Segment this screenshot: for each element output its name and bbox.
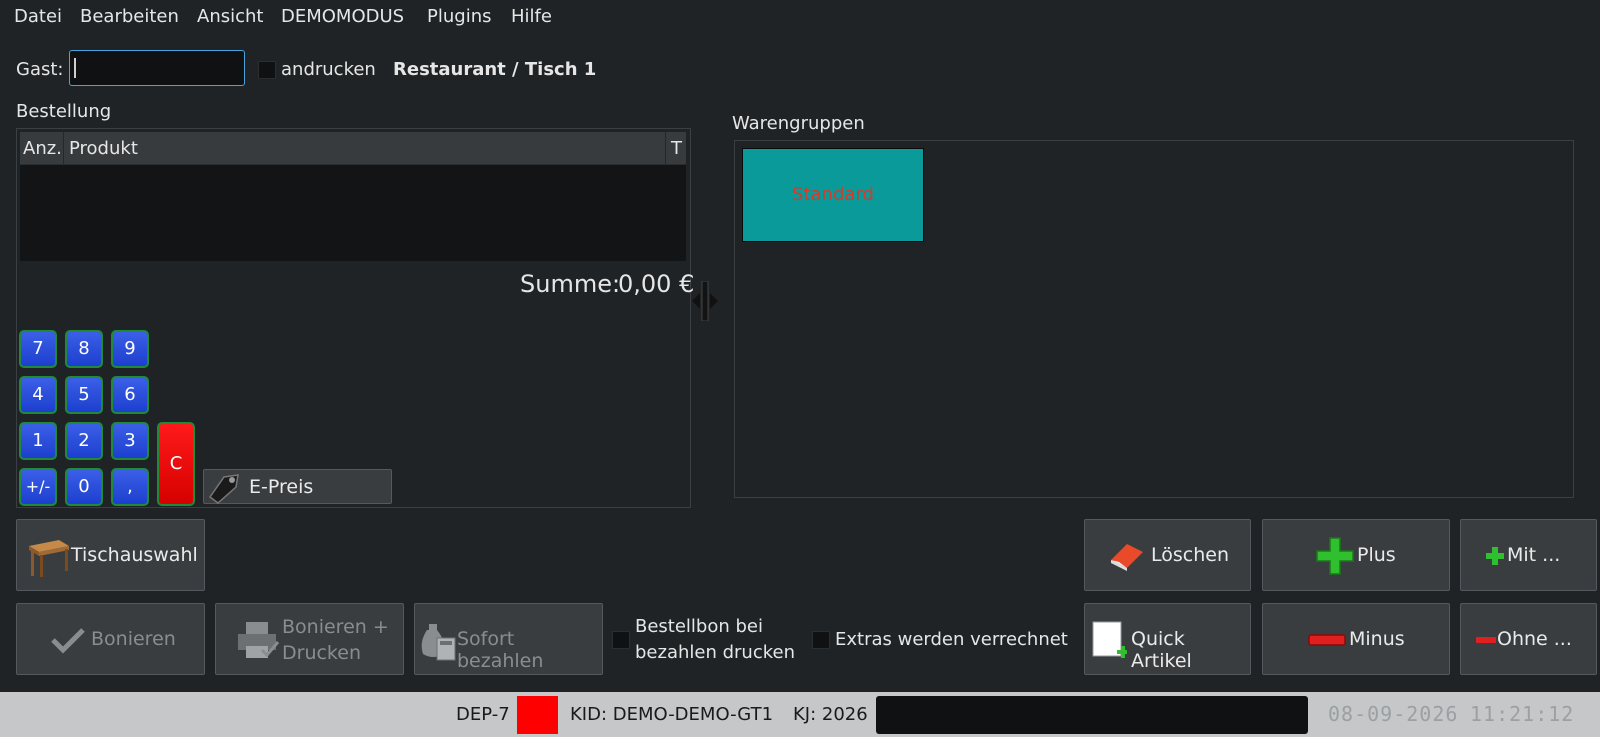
order-table-body[interactable]	[20, 165, 686, 261]
minus-button[interactable]: Minus	[1262, 603, 1450, 675]
key-4[interactable]: 4	[19, 376, 57, 414]
plus-label: Plus	[1357, 544, 1396, 566]
eprice-label: E-Preis	[249, 476, 314, 498]
book-button[interactable]: Bonieren	[16, 603, 205, 675]
kid-label: KID: DEMO-DEMO-GT1	[570, 704, 774, 725]
plus-button[interactable]: Plus	[1262, 519, 1450, 591]
group-standard-button[interactable]: Standard	[742, 148, 924, 242]
key-7[interactable]: 7	[19, 330, 57, 368]
table-select-button[interactable]: Tischauswahl	[16, 519, 205, 591]
quick-article-button[interactable]: Quick Artikel	[1084, 603, 1251, 675]
sum-label: Summe:	[520, 270, 621, 298]
table-select-label: Tischauswahl	[71, 544, 198, 566]
checkmark-icon	[51, 628, 85, 654]
with-label: Mit ...	[1507, 544, 1561, 566]
key-clear[interactable]: C	[157, 422, 195, 506]
receipt-print-checkbox[interactable]	[612, 631, 630, 649]
new-document-icon	[1092, 621, 1127, 658]
menu-datei[interactable]: Datei	[14, 6, 62, 27]
print-label: andrucken	[281, 59, 376, 80]
with-button[interactable]: Mit ...	[1460, 519, 1597, 591]
key-2[interactable]: 2	[65, 422, 103, 460]
price-tag-icon	[208, 474, 239, 504]
column-header-quantity[interactable]: Anz.	[23, 138, 62, 159]
dep-label: DEP-7	[456, 704, 510, 725]
key-9[interactable]: 9	[111, 330, 149, 368]
column-header-t[interactable]: T	[671, 138, 682, 159]
minus-label: Minus	[1349, 628, 1405, 650]
splitter-handle[interactable]	[692, 280, 718, 322]
status-indicator	[517, 696, 558, 734]
delete-label: Löschen	[1151, 544, 1229, 566]
key-0[interactable]: 0	[65, 468, 103, 506]
red-minus-icon	[1308, 634, 1346, 646]
table-icon	[29, 540, 69, 577]
book-print-label-line1: Bonieren +	[282, 616, 389, 638]
key-plus-minus[interactable]: +/-	[19, 468, 57, 506]
key-6[interactable]: 6	[111, 376, 149, 414]
extras-checkbox[interactable]	[812, 631, 830, 649]
location-title: Restaurant / Tisch 1	[393, 59, 597, 80]
sum-value: 0,00 €	[618, 270, 695, 298]
extras-label: Extras werden verrechnet	[835, 629, 1068, 650]
book-print-label-line2: Drucken	[282, 642, 361, 664]
receipt-print-label-line1: Bestellbon bei	[635, 616, 764, 637]
small-plus-icon	[1486, 547, 1504, 565]
menu-ansicht[interactable]: Ansicht	[197, 6, 263, 27]
menu-demomodus[interactable]: DEMOMODUS	[281, 6, 404, 27]
printer-icon	[238, 622, 280, 658]
without-label: Ohne ...	[1497, 628, 1572, 650]
eraser-icon	[1111, 544, 1143, 571]
status-date: 08-09-2026	[1328, 702, 1459, 726]
book-print-button[interactable]: Bonieren + Drucken	[215, 603, 404, 675]
menu-bearbeiten[interactable]: Bearbeiten	[80, 6, 179, 27]
key-1[interactable]: 1	[19, 422, 57, 460]
key-5[interactable]: 5	[65, 376, 103, 414]
menu-plugins[interactable]: Plugins	[427, 6, 491, 27]
pay-now-button[interactable]: Sofort bezahlen	[414, 603, 603, 675]
column-header-product[interactable]: Produkt	[69, 138, 138, 159]
without-button[interactable]: Ohne ...	[1460, 603, 1597, 675]
book-label: Bonieren	[91, 628, 176, 650]
green-plus-icon	[1316, 537, 1354, 575]
money-bag-calculator-icon	[421, 624, 456, 661]
guest-label: Gast:	[16, 59, 64, 80]
eprice-button[interactable]: E-Preis	[203, 469, 392, 504]
receipt-print-label-line2: bezahlen drucken	[635, 642, 795, 663]
order-table-header: Anz. Produkt T	[20, 132, 686, 165]
status-bar: DEP-7 KID: DEMO-DEMO-GT1 KJ: 2026 08-09-…	[0, 692, 1600, 737]
menu-hilfe[interactable]: Hilfe	[511, 6, 552, 27]
quick-article-label: Quick Artikel	[1131, 628, 1192, 672]
key-8[interactable]: 8	[65, 330, 103, 368]
groups-section-title: Warengruppen	[732, 113, 865, 134]
print-checkbox[interactable]	[258, 61, 276, 79]
status-message-field	[876, 696, 1308, 734]
key-3[interactable]: 3	[111, 422, 149, 460]
kj-label: KJ: 2026	[793, 704, 868, 725]
menu-bar: Datei Bearbeiten Ansicht DEMOMODUS Plugi…	[0, 0, 1600, 34]
guest-input[interactable]	[69, 50, 245, 86]
order-section-title: Bestellung	[16, 101, 112, 122]
splitter-arrows-icon	[692, 280, 718, 322]
small-minus-icon	[1476, 637, 1496, 643]
delete-button[interactable]: Löschen	[1084, 519, 1251, 591]
pay-now-label: Sofort bezahlen	[457, 628, 544, 672]
status-time: 11:21:12	[1470, 702, 1575, 726]
key-comma[interactable]: ,	[111, 468, 149, 506]
